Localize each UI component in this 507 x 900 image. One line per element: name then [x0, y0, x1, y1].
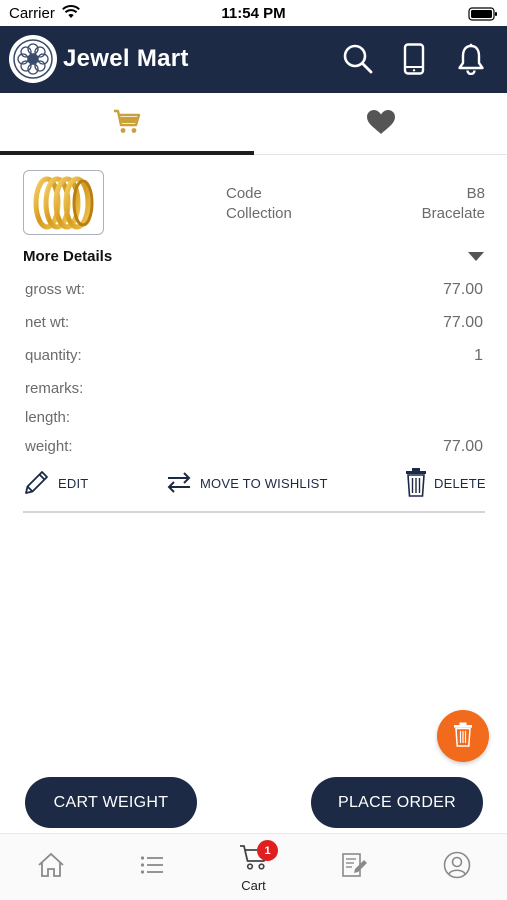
detail-row-quantity: quantity: 1 [25, 347, 483, 367]
tabbar-item-list[interactable] [101, 834, 202, 900]
detail-value: 77.00 [442, 438, 483, 455]
detail-row-weight: weight: 77.00 [25, 438, 483, 458]
detail-row-net-wt: net wt: 77.00 [25, 314, 483, 334]
cart-icon [113, 109, 141, 140]
swap-arrows-icon [165, 470, 200, 497]
detail-row-length: length: [25, 409, 483, 429]
trash-icon [405, 467, 434, 500]
notification-bell-icon[interactable] [454, 42, 488, 76]
item-divider [23, 511, 485, 513]
collection-label: Collection [226, 205, 292, 222]
collection-value: Bracelate [421, 205, 485, 222]
detail-value: 77.00 [442, 314, 483, 331]
heart-icon [366, 109, 396, 140]
delete-button[interactable]: DELETE [405, 467, 486, 500]
delete-label: DELETE [434, 475, 486, 491]
detail-label: length: [25, 409, 71, 426]
edit-label: EDIT [58, 475, 89, 491]
move-to-wishlist-label: MOVE TO WISHLIST [200, 475, 328, 491]
clear-cart-fab[interactable] [437, 710, 489, 762]
edit-button[interactable]: EDIT [23, 468, 88, 498]
cart-weight-button[interactable]: CART WEIGHT [25, 777, 197, 828]
edit-catalog-icon [341, 852, 369, 883]
cart-wishlist-tabs [0, 93, 507, 155]
trash-icon [453, 721, 473, 752]
detail-row-gross-wt: gross wt: 77.00 [25, 281, 483, 301]
move-to-wishlist-button[interactable]: MOVE TO WISHLIST [165, 468, 328, 498]
list-icon [140, 855, 164, 880]
status-bar: Carrier 11:54 PM [0, 0, 507, 26]
more-details-toggle[interactable]: More Details [23, 248, 112, 265]
detail-label: gross wt: [25, 281, 86, 298]
detail-row-remarks: remarks: [25, 380, 483, 400]
app-header: Jewel Mart [0, 26, 507, 93]
phone-icon[interactable] [397, 42, 431, 76]
detail-value: 1 [474, 347, 483, 364]
tabbar-item-cart[interactable]: Cart 1 [203, 834, 304, 900]
active-tab-indicator [0, 151, 254, 155]
chevron-down-icon[interactable] [468, 252, 484, 261]
tabbar-item-profile[interactable] [406, 834, 507, 900]
battery-icon [468, 7, 498, 26]
detail-label: weight: [25, 438, 73, 455]
tabbar-item-catalog[interactable] [304, 834, 405, 900]
detail-label: quantity: [25, 347, 82, 364]
product-thumbnail[interactable] [23, 170, 104, 235]
cart-count-badge: 1 [257, 840, 278, 861]
pencil-icon [23, 468, 58, 499]
tabbar-item-home[interactable] [0, 834, 101, 900]
tabbar-label-cart: Cart [241, 877, 266, 893]
search-icon[interactable] [341, 42, 375, 76]
detail-value: 77.00 [442, 281, 483, 298]
code-label: Code [226, 185, 262, 202]
item-actions: EDIT MOVE TO WISHLIST DELETE [23, 467, 486, 502]
clock-label: 11:54 PM [221, 5, 286, 22]
code-value: B8 [466, 185, 485, 202]
place-order-button[interactable]: PLACE ORDER [311, 777, 483, 828]
tab-cart[interactable] [0, 93, 253, 155]
tab-wishlist[interactable] [254, 93, 507, 155]
detail-label: remarks: [25, 380, 84, 397]
profile-icon [443, 851, 471, 884]
home-icon [37, 852, 65, 883]
bottom-tab-bar: Cart 1 [0, 833, 507, 900]
app-title: Jewel Mart [63, 45, 189, 72]
app-logo [9, 35, 57, 83]
detail-label: net wt: [25, 314, 70, 331]
